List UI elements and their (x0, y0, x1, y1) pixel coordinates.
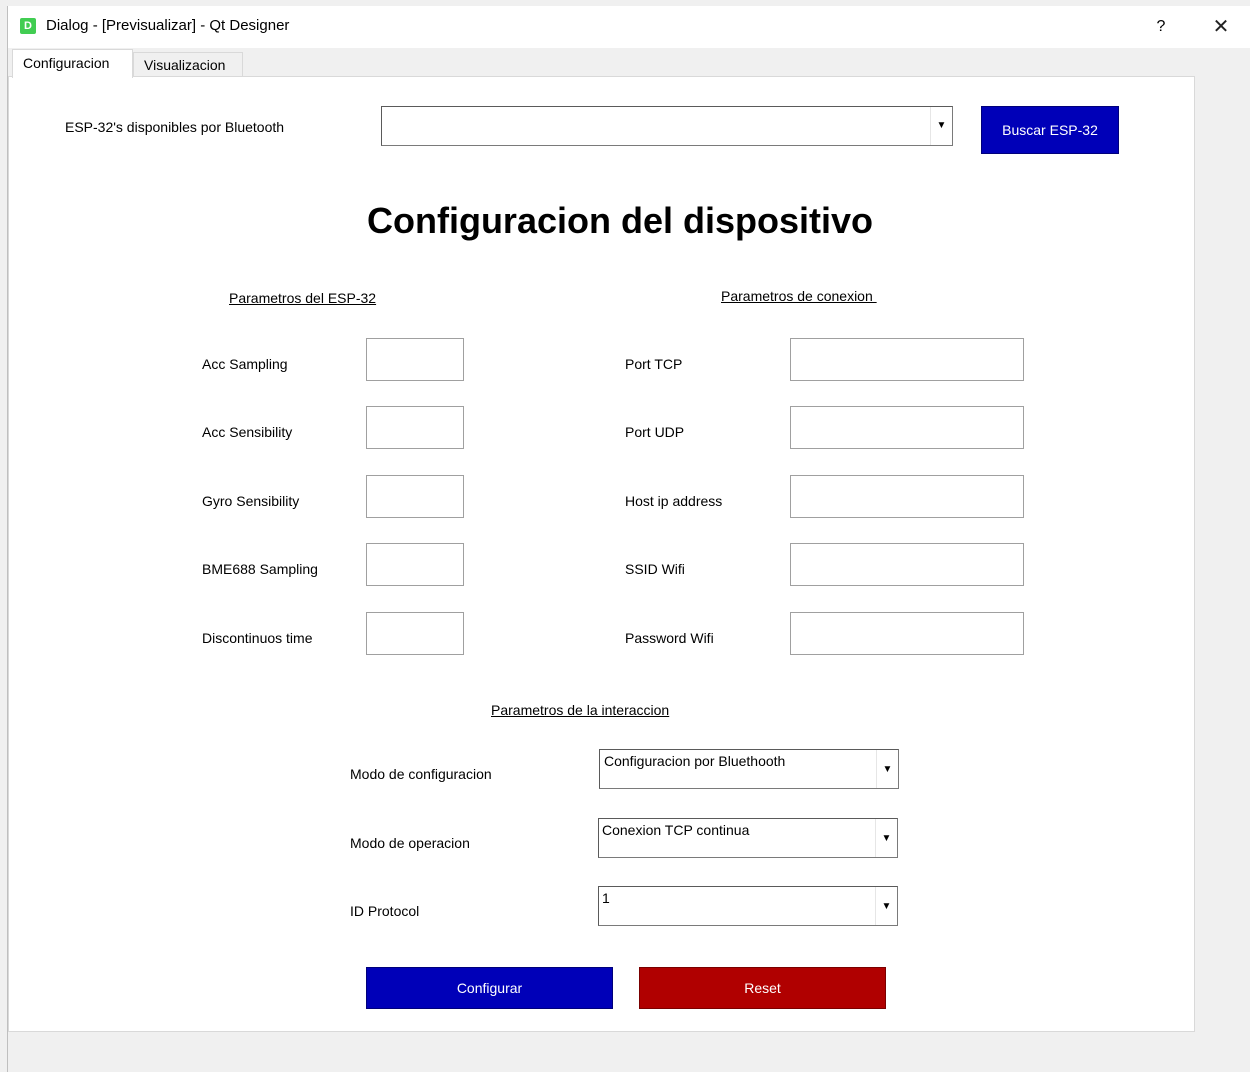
config-mode-combo[interactable]: Configuracion por Bluethooth (599, 749, 899, 789)
gyro-sensibility-field[interactable] (366, 475, 464, 518)
chevron-down-icon (875, 819, 897, 857)
port-tcp-field[interactable] (790, 338, 1024, 381)
operation-mode-combo[interactable]: Conexion TCP continua (598, 818, 898, 858)
id-protocol-combo[interactable]: 1 (598, 886, 898, 926)
ssid-wifi-field[interactable] (790, 543, 1024, 586)
tab-configuracion[interactable]: Configuracion (12, 49, 133, 78)
acc-sampling-label: Acc Sampling (202, 356, 288, 372)
ssid-wifi-label: SSID Wifi (625, 561, 685, 577)
host-ip-field[interactable] (790, 475, 1024, 518)
window-title: Dialog - [Previsualizar] - Qt Designer (46, 17, 290, 34)
acc-sensibility-label: Acc Sensibility (202, 424, 293, 440)
bluetooth-devices-combo[interactable] (381, 106, 953, 146)
acc-sampling-field[interactable] (366, 338, 464, 381)
page-title: Configuracion del dispositivo (366, 200, 874, 241)
port-tcp-label: Port TCP (625, 356, 683, 372)
discontinuos-time-label: Discontinuos time (202, 630, 313, 646)
interaction-params-header: Parametros de la interaccion (491, 702, 670, 718)
password-wifi-field[interactable] (790, 612, 1024, 655)
operation-mode-label: Modo de operacion (350, 835, 470, 851)
port-udp-label: Port UDP (625, 424, 685, 440)
close-icon[interactable]: ✕ (1206, 14, 1236, 40)
chevron-down-icon (930, 107, 952, 145)
config-mode-value: Configuracion por Bluethooth (604, 753, 786, 769)
operation-mode-value: Conexion TCP continua (602, 822, 750, 838)
password-wifi-label: Password Wifi (625, 630, 714, 646)
reset-button[interactable]: Reset (639, 967, 886, 1009)
tab-visualizacion[interactable]: Visualizacion (133, 52, 243, 76)
bme688-sampling-label: BME688 Sampling (202, 561, 318, 577)
chevron-down-icon (876, 750, 898, 788)
config-mode-label: Modo de configuracion (350, 766, 492, 782)
id-protocol-value: 1 (602, 890, 610, 906)
acc-sensibility-field[interactable] (366, 406, 464, 449)
help-icon[interactable]: ? (1148, 14, 1174, 40)
configure-button[interactable]: Configurar (366, 967, 613, 1009)
gyro-sensibility-label: Gyro Sensibility (202, 493, 300, 509)
discontinuos-time-field[interactable] (366, 612, 464, 655)
search-esp32-button[interactable]: Buscar ESP-32 (981, 106, 1119, 154)
port-udp-field[interactable] (790, 406, 1024, 449)
host-ip-label: Host ip address (625, 493, 723, 509)
bme688-sampling-field[interactable] (366, 543, 464, 586)
bluetooth-devices-label: ESP-32's disponibles por Bluetooth (65, 119, 285, 135)
connection-params-header: Parametros de conexion (721, 288, 877, 304)
esp32-params-header: Parametros del ESP-32 (229, 290, 377, 306)
chevron-down-icon (875, 887, 897, 925)
qt-designer-icon: D (20, 18, 36, 34)
id-protocol-label: ID Protocol (350, 903, 420, 919)
